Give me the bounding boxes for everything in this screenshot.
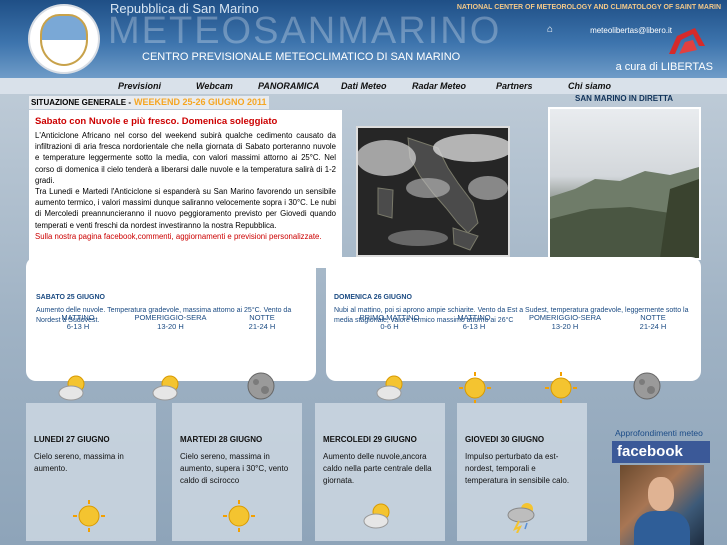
day-name: MARTEDI 28 GIUGNO (180, 435, 263, 444)
san-marino-coat-of-arms-logo[interactable] (28, 4, 100, 74)
day-name: MERCOLEDI 29 GIUGNO (323, 435, 417, 444)
nav-previsioni[interactable]: Previsioni (118, 78, 196, 94)
forecast-article: Sabato con Nuvole e più fresco. Domenica… (29, 110, 342, 268)
partly-cloudy-icon (376, 375, 403, 401)
day-card[interactable]: MERCOLEDI 29 GIUGNO Aumento delle nuvole… (315, 403, 445, 541)
moon-icon (247, 372, 275, 400)
site-header: Repubblica di San Marino METEOSANMARINO … (0, 0, 727, 78)
period-name: NOTTE (249, 313, 275, 322)
sunday-period: PRIMO MATTINO 0-6 H (352, 313, 427, 331)
photo-face (648, 477, 674, 511)
nav-dati-meteo[interactable]: Dati Meteo (341, 78, 412, 94)
approfondimenti-label: Approfondimenti meteo (615, 428, 703, 438)
nav-webcam[interactable]: Webcam (196, 78, 258, 94)
weekend-label: WEEKEND 25-26 GIUGNO 2011 (134, 97, 267, 107)
partly-cloudy-icon (363, 503, 390, 529)
period-hours: 0-6 H (380, 322, 399, 331)
period-hours: 21-24 H (639, 322, 667, 331)
shield-icon (40, 14, 88, 66)
period-name: POMERIGGIO-SERA (528, 313, 602, 322)
nav-chi-siamo[interactable]: Chi siamo (568, 78, 628, 94)
period-hours: 6-13 H (462, 322, 486, 331)
period-hours: 13-20 H (551, 322, 579, 331)
brand-title: METEOSANMARINO (108, 10, 502, 52)
period-hours: 6-13 H (66, 322, 90, 331)
saturday-period: POMERIGGIO-SERA 13-20 H (128, 313, 213, 331)
facebook-banner[interactable]: facebook (612, 441, 710, 463)
saturday-period: NOTTE 21-24 H (232, 313, 292, 331)
webcam-landscape (550, 167, 699, 258)
day-name: LUNEDI 27 GIUGNO (34, 435, 110, 444)
article-paragraph: L'Anticiclone Africano nel corso del wee… (35, 131, 336, 185)
live-webcam-label: SAN MARINO IN DIRETTA (575, 94, 674, 103)
sunday-period: MATTINO 6-13 H (444, 313, 504, 331)
period-name: POMERIGGIO-SERA (134, 313, 207, 322)
period-name: NOTTE (640, 313, 666, 322)
day-name: GIOVEDI 30 GIUGNO (465, 435, 545, 444)
home-icon[interactable]: ⌂ (547, 25, 557, 35)
webcam-image[interactable] (548, 107, 701, 260)
sunday-period: POMERIGGIO-SERA 13-20 H (520, 313, 610, 331)
period-hours: 21-24 H (248, 322, 276, 331)
sunday-day: DOMENICA 26 GIUGNO (334, 294, 412, 301)
general-situation-bar: SITUAZIONE GENERALE - WEEKEND 25-26 GIUGN… (29, 96, 269, 109)
national-center-label: NATIONAL CENTER OF METEOROLOGY AND CLIMA… (456, 4, 721, 11)
sunday-period: NOTTE 21-24 H (628, 313, 678, 331)
situation-label: SITUAZIONE GENERALE - (31, 98, 132, 107)
sun-icon (545, 372, 577, 404)
saturday-period: MATTINO 6-13 H (48, 313, 108, 331)
sun-icon (459, 372, 491, 404)
brand-subtitle: CENTRO PREVISIONALE METEOCLIMATICO DI SA… (142, 51, 461, 63)
period-hours: 13-20 H (157, 322, 184, 331)
thunderstorm-icon (507, 503, 535, 533)
nav-panoramica[interactable]: PANORAMICA (258, 78, 341, 94)
nav-partners[interactable]: Partners (496, 78, 568, 94)
libertas-logo-icon[interactable] (665, 26, 707, 56)
day-card[interactable]: LUNEDI 27 GIUGNO Cielo sereno, massima i… (26, 403, 156, 541)
article-paragraph: Tra Lunedi e Martedi l'Anticiclone si es… (35, 187, 336, 230)
email-link[interactable]: meteolibertas@libero.it (590, 26, 672, 35)
sun-icon (223, 500, 255, 532)
main-nav: Previsioni Webcam PANORAMICA Dati Meteo … (0, 78, 727, 94)
facebook-promo-text[interactable]: Sulla nostra pagina facebook,commenti, a… (35, 231, 336, 242)
acura-libertas-label: a cura di LIBERTAS (615, 61, 713, 73)
satellite-map (358, 128, 508, 255)
photo-shirt (634, 511, 690, 545)
profile-photo[interactable] (620, 465, 704, 545)
day-card[interactable]: MARTEDI 28 GIUGNO Cielo sereno, massima … (172, 403, 302, 541)
day-card[interactable]: GIOVEDI 30 GIUGNO Impulso perturbato da … (457, 403, 587, 541)
partly-cloudy-icon (58, 375, 85, 401)
nav-radar-meteo[interactable]: Radar Meteo (412, 78, 496, 94)
moon-icon (633, 372, 661, 400)
period-name: MATTINO (457, 313, 491, 322)
day-forecast: Aumento delle nuvole,ancora caldo nella … (323, 452, 432, 485)
day-forecast: Impulso perturbato da est-nordest, tempo… (465, 452, 570, 485)
satellite-image[interactable] (356, 126, 510, 257)
partly-cloudy-icon (152, 375, 179, 401)
sun-icon (73, 500, 105, 532)
day-forecast: Cielo sereno, massima in aumento. (34, 452, 124, 473)
period-name: MATTINO (61, 313, 95, 322)
article-title: Sabato con Nuvole e più fresco. Domenica… (35, 116, 278, 127)
day-forecast: Cielo sereno, massima in aumento, supera… (180, 452, 289, 485)
saturday-day: SABATO 25 GIUGNO (36, 294, 105, 301)
period-name: PRIMO MATTINO (359, 313, 420, 322)
